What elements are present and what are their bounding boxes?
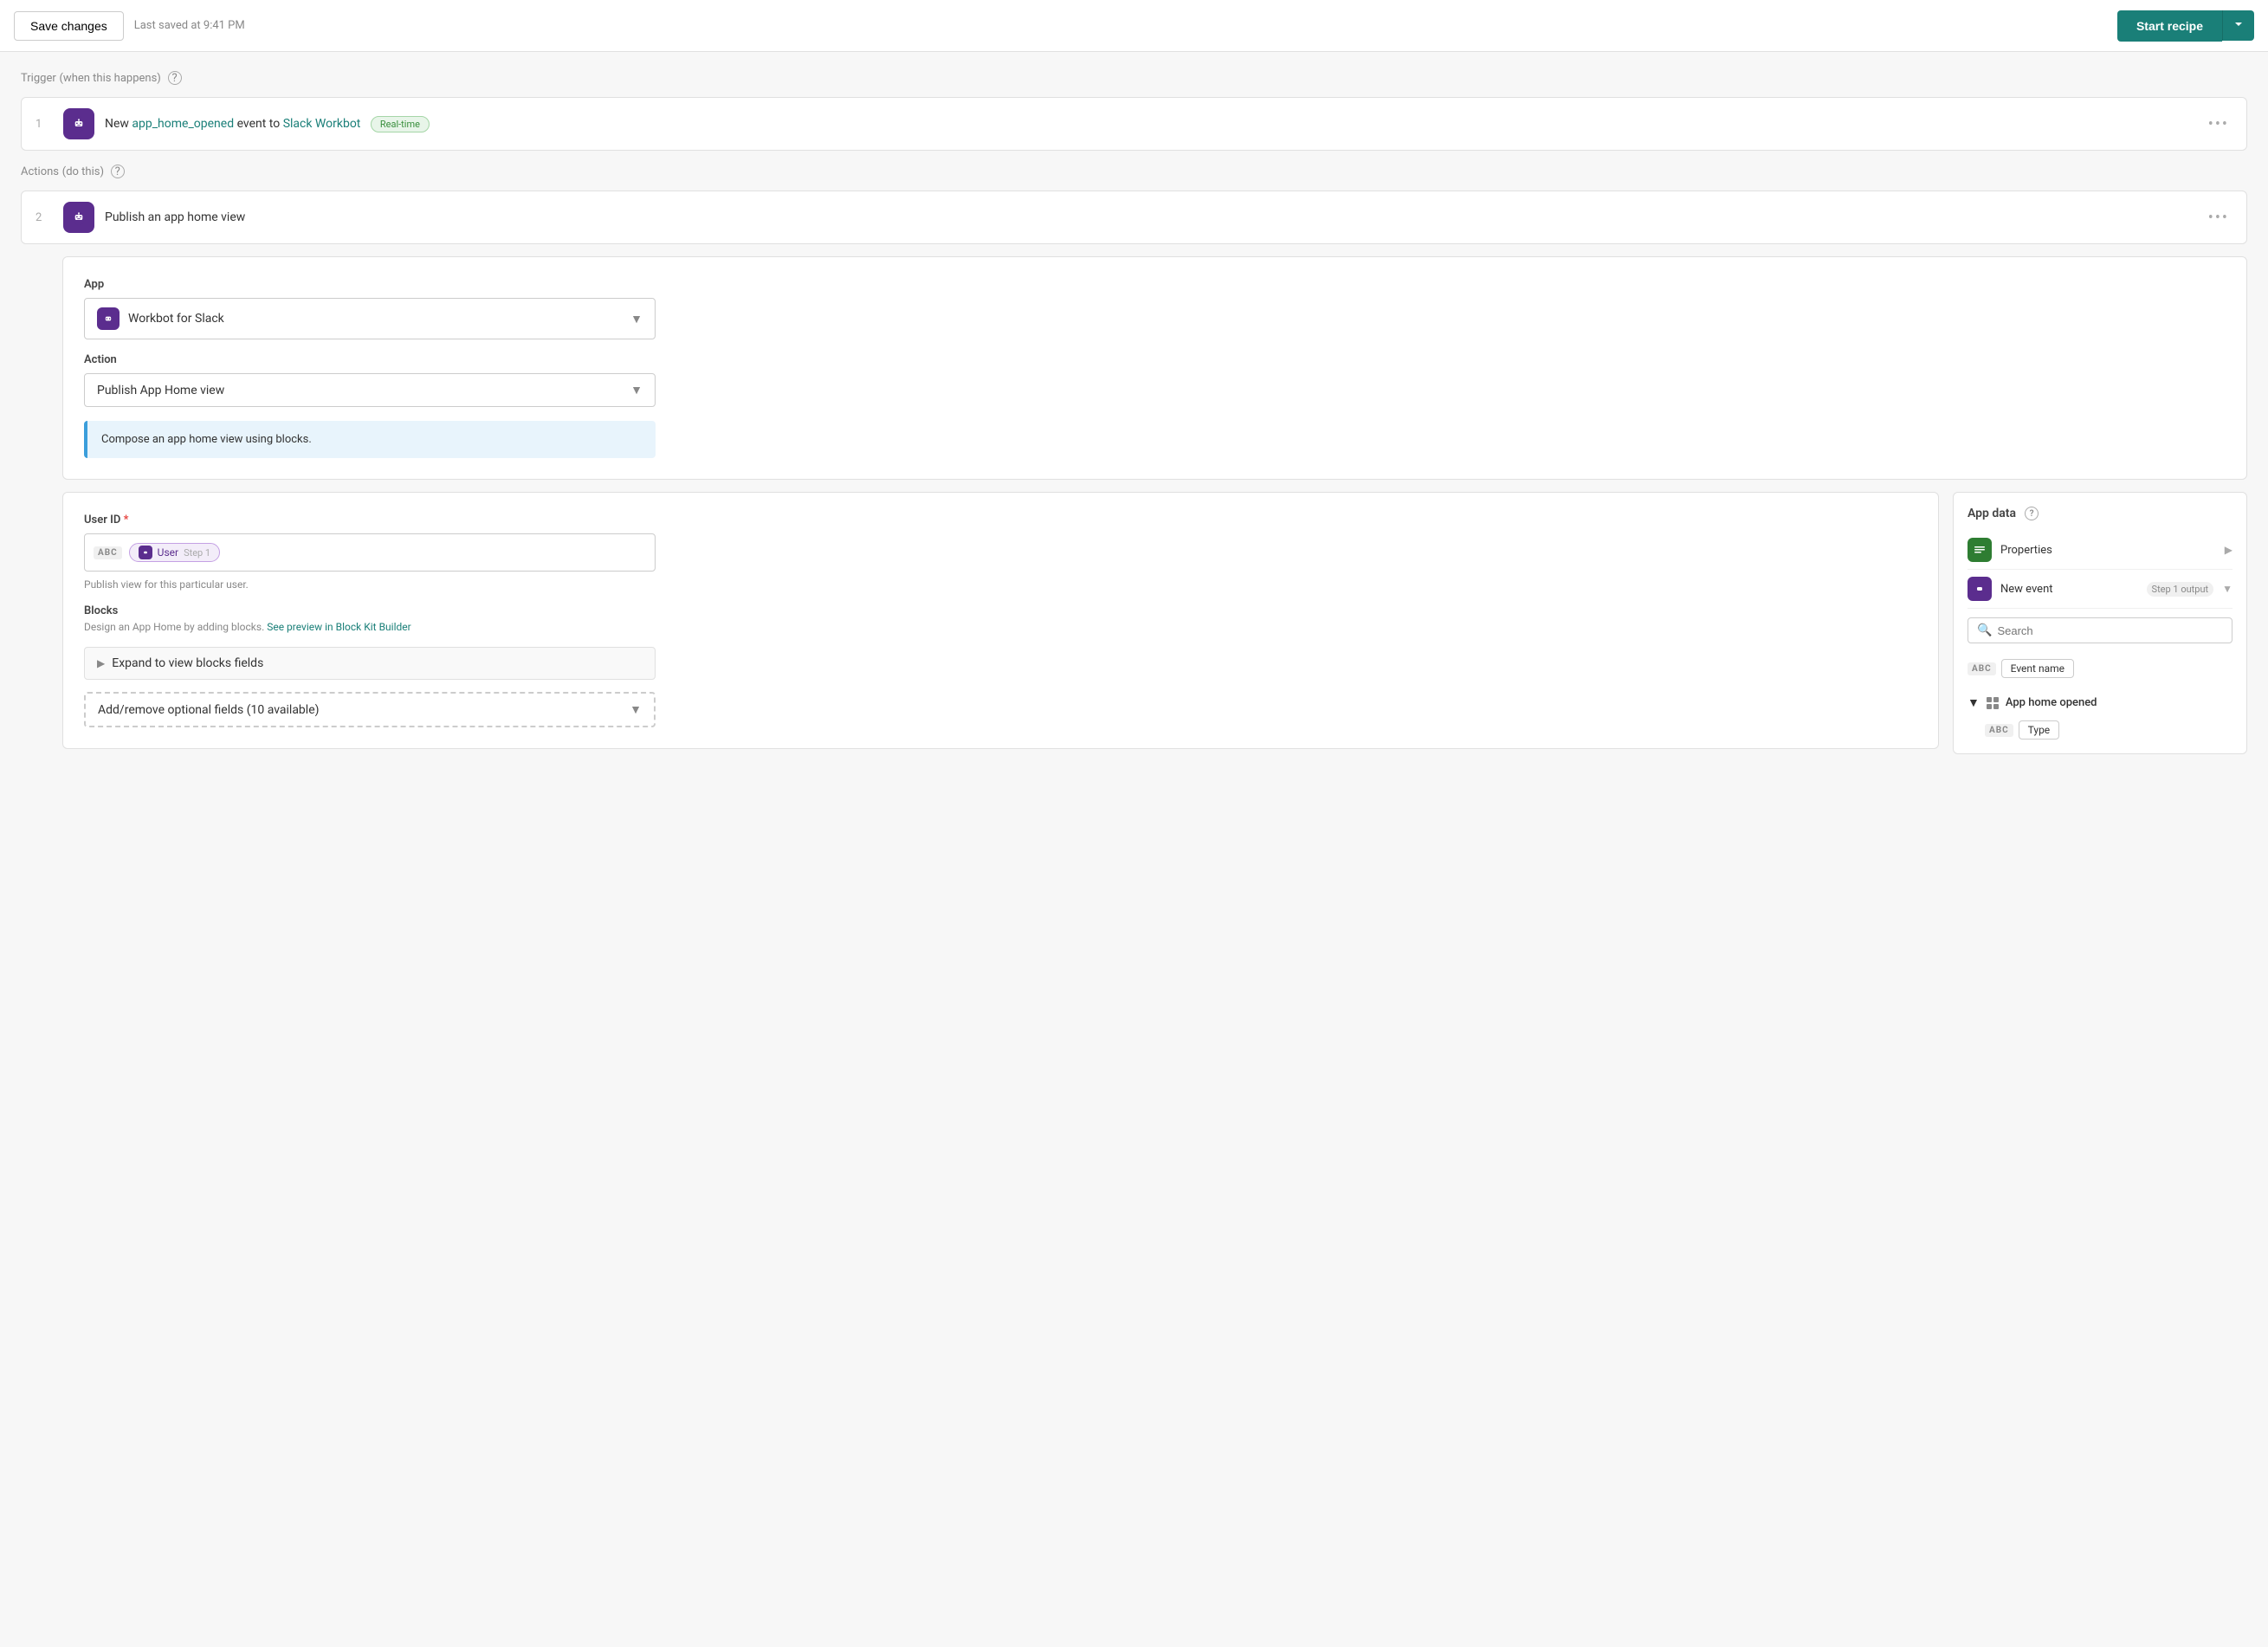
expand-blocks-label: Expand to view blocks fields <box>112 656 263 670</box>
trigger-subtitle: (when this happens) <box>59 72 160 85</box>
trigger-event-link[interactable]: app_home_opened <box>132 117 234 131</box>
app-field-label: App <box>84 278 2226 291</box>
trigger-more-button[interactable]: ••• <box>2205 115 2232 133</box>
optional-fields-label: Add/remove optional fields (10 available… <box>98 703 320 717</box>
blocks-hint: Design an App Home by adding blocks. See… <box>84 621 1917 633</box>
last-saved-text: Last saved at 9:41 PM <box>134 19 245 32</box>
new-event-chevron-icon: ▼ <box>2222 583 2232 595</box>
new-event-item[interactable]: New event Step 1 output ▼ <box>1968 570 2232 609</box>
start-recipe-dropdown[interactable] <box>2222 10 2254 41</box>
event-name-chip[interactable]: Event name <box>2001 659 2074 678</box>
action-select-chevron: ▼ <box>630 383 643 397</box>
header-left: Save changes Last saved at 9:41 PM <box>14 11 245 41</box>
new-event-label: New event <box>2000 583 2138 596</box>
event-name-row: ABC Event name <box>1968 654 2232 683</box>
properties-label: Properties <box>2000 544 2216 557</box>
action-step-icon <box>63 202 94 233</box>
app-select-chevron: ▼ <box>630 312 643 326</box>
user-id-section: User ID * ABC User Step 1 <box>62 492 1939 749</box>
action-step-row: 2 Publish an app home view ••• <box>21 191 2247 244</box>
action-select[interactable]: Publish App Home view ▼ <box>84 373 656 407</box>
abc-badge: ABC <box>94 546 122 559</box>
action-step-number: 2 <box>36 211 53 224</box>
trigger-step-number: 1 <box>36 118 53 131</box>
app-home-section: ▼ App home opened ABC Type <box>1968 690 2232 740</box>
app-data-help-icon[interactable]: ? <box>2025 507 2039 520</box>
properties-item[interactable]: Properties ▶ <box>1968 531 2232 570</box>
event-name-abc-tag: ABC <box>1968 662 1996 675</box>
real-time-badge: Real-time <box>371 116 430 132</box>
trigger-help-icon[interactable]: ? <box>168 71 182 85</box>
add-optional-fields[interactable]: Add/remove optional fields (10 available… <box>84 692 656 727</box>
trigger-header: Trigger (when this happens) ? <box>21 69 2247 85</box>
actions-help-icon[interactable]: ? <box>111 165 125 178</box>
properties-chevron-icon: ▶ <box>2225 544 2232 556</box>
action-select-value: Publish App Home view <box>97 384 224 397</box>
token-label: User <box>158 546 178 559</box>
action-more-button[interactable]: ••• <box>2205 209 2232 227</box>
start-recipe-button[interactable]: Start recipe <box>2117 10 2222 42</box>
main-content: Trigger (when this happens) ? 1 New app <box>0 52 2268 778</box>
app-select-value: Workbot for Slack <box>128 312 224 326</box>
properties-icon <box>1968 538 1992 562</box>
app-select-icon <box>97 307 120 330</box>
action-config-panel: App Workbot for Slack ▼ Action Publish A… <box>62 256 2247 480</box>
user-id-input[interactable]: ABC User Step 1 <box>84 533 656 572</box>
actions-header: Actions (do this) ? <box>21 163 2247 178</box>
type-row: ABC Type <box>1968 715 2232 740</box>
trigger-description: New app_home_opened event to Slack Workb… <box>105 117 2205 131</box>
main-column: User ID * ABC User Step 1 <box>62 492 1939 761</box>
save-button[interactable]: Save changes <box>14 11 124 41</box>
search-box[interactable]: 🔍 <box>1968 617 2232 643</box>
action-description: Publish an app home view <box>105 210 2205 224</box>
header-right: Start recipe <box>2117 10 2254 42</box>
app-data-panel: App data ? Properties ▶ <box>1953 492 2247 754</box>
app-data-header: App data ? <box>1968 507 2232 520</box>
user-id-label: User ID * <box>84 513 1917 526</box>
app-select[interactable]: Workbot for Slack ▼ <box>84 298 656 339</box>
header: Save changes Last saved at 9:41 PM Start… <box>0 0 2268 52</box>
search-input[interactable] <box>1997 624 2223 637</box>
user-token-pill: User Step 1 <box>129 543 220 562</box>
blocks-label: Blocks <box>84 604 1917 617</box>
search-icon: 🔍 <box>1977 623 1992 637</box>
expand-blocks-row[interactable]: ▶ Expand to view blocks fields <box>84 647 656 680</box>
trigger-app-link[interactable]: Slack Workbot <box>283 117 361 131</box>
optional-fields-chevron: ▼ <box>630 702 642 717</box>
trigger-step-row: 1 New app_home_opened event to Slack Wor… <box>21 97 2247 151</box>
trigger-step-icon <box>63 108 94 139</box>
app-home-header[interactable]: ▼ App home opened <box>1968 690 2232 715</box>
action-field-label: Action <box>84 353 2226 366</box>
new-event-badge: Step 1 output <box>2147 582 2214 597</box>
token-step: Step 1 <box>184 547 210 559</box>
grid-icon <box>1987 697 1999 709</box>
type-chip[interactable]: Type <box>2019 720 2060 740</box>
app-home-label: App home opened <box>2006 696 2097 709</box>
sidebar-column: App data ? Properties ▶ <box>1953 492 2247 761</box>
new-event-icon <box>1968 577 1992 601</box>
info-box: Compose an app home view using blocks. <box>84 421 656 458</box>
required-star: * <box>120 513 128 526</box>
block-kit-link[interactable]: See preview in Block Kit Builder <box>267 621 410 633</box>
app-home-collapse-icon: ▼ <box>1968 695 1980 710</box>
expand-chevron-icon: ▶ <box>97 657 105 669</box>
pill-icon <box>139 546 152 559</box>
type-abc-tag: ABC <box>1985 724 2013 737</box>
actions-subtitle: (do this) <box>62 165 104 178</box>
user-id-hint: Publish view for this particular user. <box>84 578 1917 591</box>
